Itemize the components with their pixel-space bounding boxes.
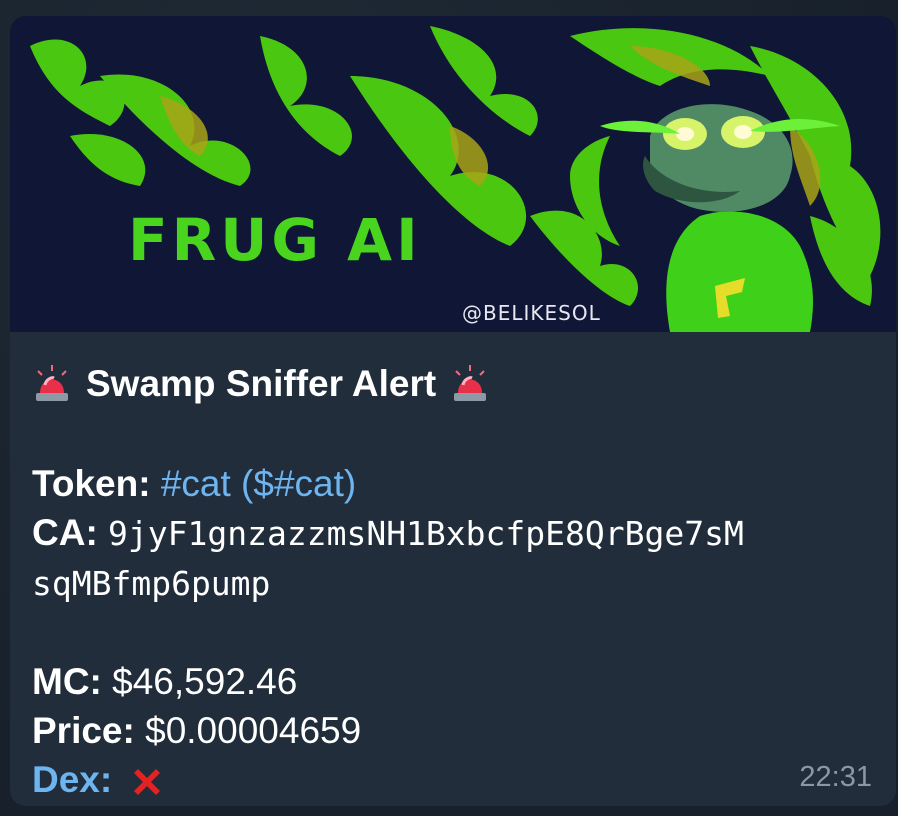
mc-label: MC: xyxy=(32,661,113,702)
alert-title: Swamp Sniffer Alert xyxy=(86,362,437,404)
contract-address-code[interactable]: 9jyF1gnzazzmsNH1BxbcfpE8QrBge7sM xyxy=(108,514,744,553)
ca-row: CA: 9jyF1gnzazzmsNH1BxbcfpE8QrBge7sM xyxy=(32,508,872,558)
price-value: $0.00004659 xyxy=(145,710,362,751)
banner-credit: @BELIKESOL xyxy=(462,301,601,325)
dex-link[interactable]: Dex: xyxy=(32,759,122,800)
mc-value: $46,592.46 xyxy=(112,661,298,702)
message-text: Swamp Sniffer Alert Token: #cat ($#cat) … xyxy=(32,356,872,804)
price-row: Price: $0.00004659 xyxy=(32,706,872,755)
ca-label: CA: xyxy=(32,512,109,553)
message-bubble[interactable]: FRUG AI @BELIKESOL Swamp Sniffer Alert T… xyxy=(10,16,896,806)
banner-title: FRUG AI xyxy=(128,206,422,274)
token-label: Token: xyxy=(32,463,161,504)
ca-row-continued: sqMBfmp6pump xyxy=(32,558,872,608)
mc-row: MC: $46,592.46 xyxy=(32,657,872,706)
alert-header: Swamp Sniffer Alert xyxy=(32,356,872,410)
police-light-icon xyxy=(36,365,68,401)
banner-artwork: FRUG AI @BELIKESOL xyxy=(10,16,896,332)
banner-image[interactable]: FRUG AI @BELIKESOL xyxy=(10,16,896,332)
price-label: Price: xyxy=(32,710,146,751)
token-hashtag-link[interactable]: #cat ($#cat) xyxy=(161,463,356,504)
red-cross-icon xyxy=(134,769,161,796)
police-light-icon xyxy=(454,365,487,401)
token-row: Token: #cat ($#cat) xyxy=(32,459,872,508)
message-timestamp: 22:31 xyxy=(799,761,872,793)
contract-address-code-continued[interactable]: sqMBfmp6pump xyxy=(32,564,270,603)
dex-row: Dex: xyxy=(32,755,872,804)
